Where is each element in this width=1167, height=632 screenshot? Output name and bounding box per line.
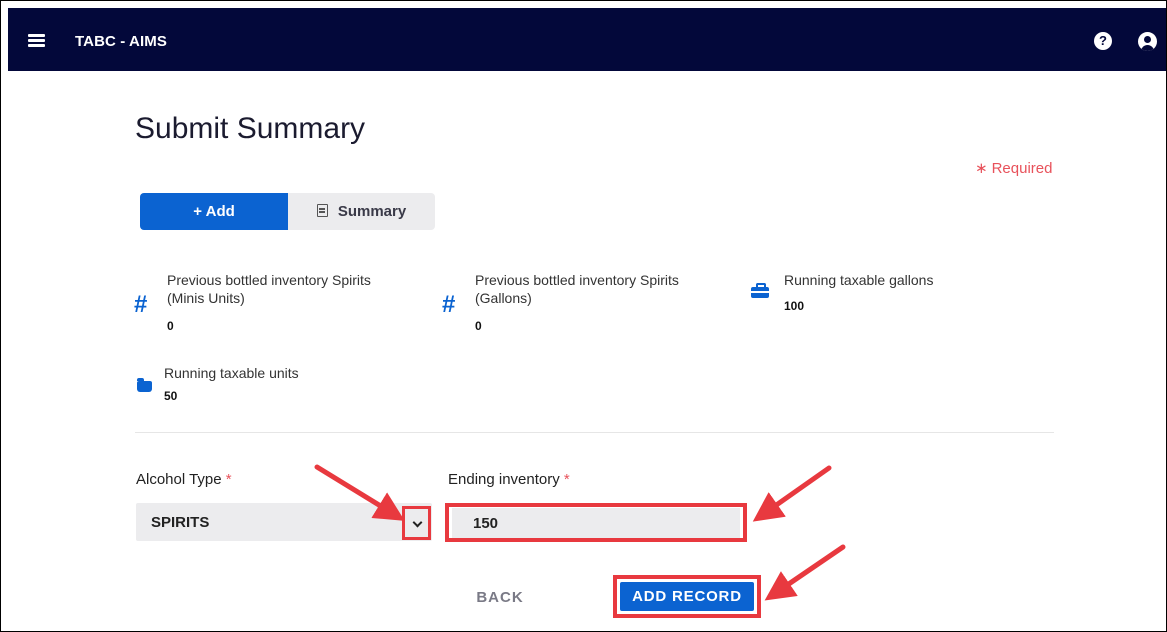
stat-label-line2: (Minis Units)	[167, 290, 245, 306]
ending-inventory-label-text: Ending inventory	[448, 471, 560, 488]
alcohol-type-select[interactable]: SPIRITS	[136, 503, 432, 541]
stat-value: 0	[167, 319, 174, 333]
stat-label: Previous bottled inventory Spirits	[167, 272, 371, 288]
section-divider	[135, 432, 1054, 433]
alcohol-type-value: SPIRITS	[151, 514, 210, 531]
document-icon	[316, 204, 328, 217]
chevron-down-icon	[412, 517, 423, 528]
required-text: Required	[991, 160, 1053, 177]
tab-summary[interactable]: Summary	[288, 193, 435, 230]
briefcase-icon	[751, 283, 769, 298]
stat-label: Running taxable units	[164, 365, 299, 381]
stat-label-line2: (Gallons)	[475, 290, 532, 306]
question-circle-icon[interactable]: ?	[1094, 32, 1112, 50]
stat-label: Running taxable gallons	[784, 272, 934, 288]
hamburger-menu-icon[interactable]	[28, 34, 45, 47]
annotation-arrow	[752, 465, 832, 522]
annotation-arrow	[764, 544, 846, 601]
page-title: Submit Summary	[135, 112, 366, 145]
page-frame: TABC - AIMS ? Submit Summary ∗ Required +…	[0, 0, 1167, 632]
add-record-button[interactable]: ADD RECORD	[620, 582, 754, 611]
folder-icon	[137, 378, 152, 392]
required-marker: *	[563, 471, 570, 488]
alcohol-type-label: Alcohol Type *	[136, 471, 232, 488]
tab-add[interactable]: + Add	[140, 193, 288, 230]
stat-value: 50	[164, 389, 178, 403]
top-app-bar: TABC - AIMS ?	[8, 8, 1166, 71]
ending-inventory-input[interactable]	[452, 508, 740, 538]
alcohol-type-label-text: Alcohol Type	[136, 471, 222, 488]
hash-icon: #	[134, 291, 148, 318]
user-circle-icon[interactable]	[1138, 32, 1157, 51]
alcohol-type-dropdown-toggle[interactable]	[402, 506, 431, 540]
tab-summary-label: Summary	[337, 203, 407, 220]
stat-label: Previous bottled inventory Spirits	[475, 272, 679, 288]
back-button[interactable]: BACK	[468, 585, 532, 609]
required-star-icon: ∗	[975, 160, 988, 177]
ending-inventory-label: Ending inventory *	[448, 471, 570, 488]
hash-icon: #	[442, 291, 456, 318]
required-marker: *	[225, 471, 232, 488]
stat-value: 0	[475, 319, 482, 333]
required-legend: ∗ Required	[975, 159, 1052, 177]
app-title: TABC - AIMS	[75, 33, 167, 50]
stat-value: 100	[784, 299, 805, 313]
